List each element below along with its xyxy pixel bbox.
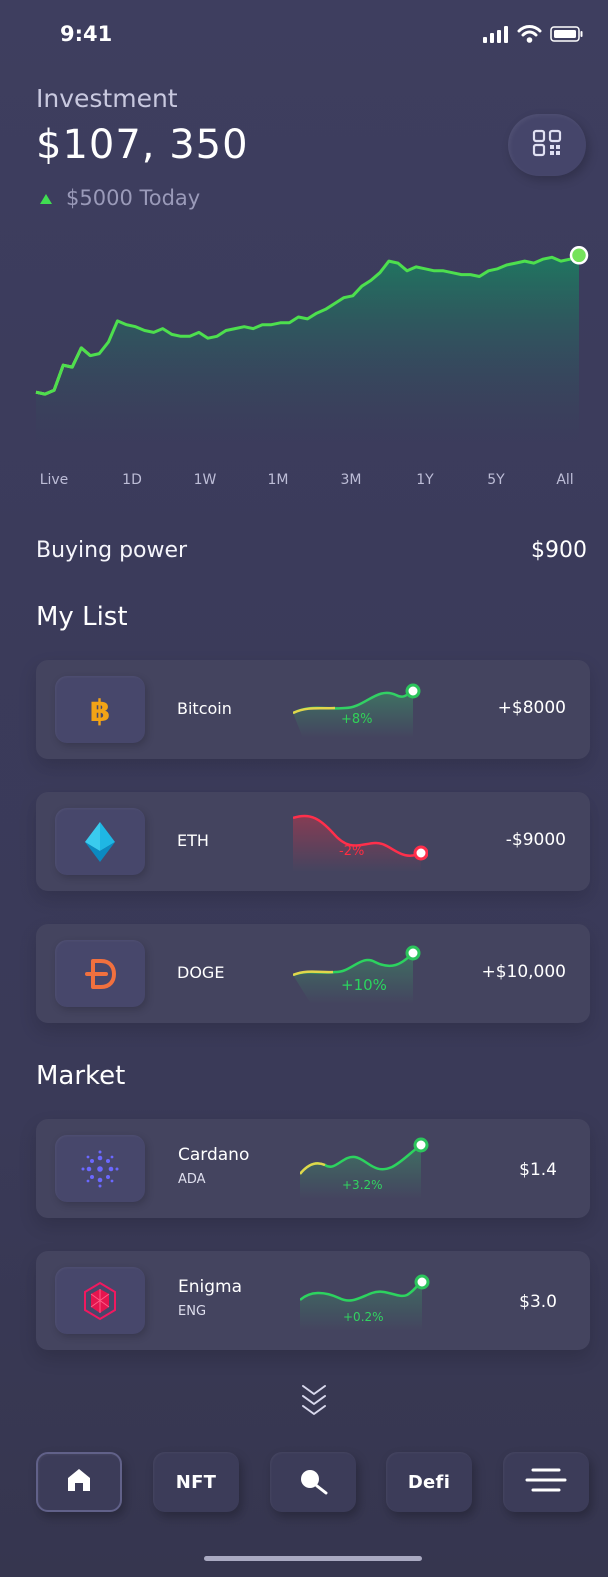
sparkline — [300, 1137, 429, 1199]
buying-power-label: Buying power — [36, 538, 188, 563]
asset-symbol: ADA — [178, 1172, 206, 1187]
nav-nft-button[interactable]: NFT — [153, 1452, 239, 1512]
enigma-icon — [55, 1267, 145, 1334]
portfolio-balance: $107, 350 — [36, 122, 249, 168]
range-tab-5y[interactable]: 5Y — [487, 472, 504, 488]
watchlist-card-eth[interactable]: ETH -2% -$9000 — [36, 792, 590, 891]
range-tab-1w[interactable]: 1W — [194, 472, 217, 488]
nav-nft-label: NFT — [175, 1471, 217, 1493]
home-icon — [64, 1466, 94, 1498]
range-tab-3m[interactable]: 3M — [341, 472, 362, 488]
nav-defi-label: Defi — [407, 1471, 451, 1493]
change-percent: -2% — [339, 844, 365, 859]
asset-value: +$8000 — [497, 698, 566, 718]
daily-change-text: $5000 Today — [66, 186, 201, 210]
daily-change: $5000 Today — [40, 186, 200, 210]
home-indicator — [204, 1556, 422, 1561]
asset-name: Bitcoin — [177, 699, 232, 718]
market-title: Market — [36, 1061, 126, 1091]
range-tab-1m[interactable]: 1M — [268, 472, 289, 488]
range-tabs: Live 1D 1W 1M 3M 1Y 5Y All — [0, 472, 608, 496]
asset-name: ETH — [177, 831, 209, 850]
signal-icon — [483, 25, 509, 47]
chevrons-down-icon[interactable] — [300, 1382, 328, 1422]
investment-dashboard-screen: 9:41 Investment $107, 350 $5000 Today Li… — [0, 0, 608, 1577]
asset-value: -$9000 — [505, 830, 566, 850]
nav-defi-button[interactable]: Defi — [386, 1452, 472, 1512]
up-triangle-icon — [40, 189, 52, 208]
range-tab-live[interactable]: Live — [40, 472, 69, 488]
qr-code-button[interactable] — [508, 114, 586, 176]
ethereum-icon — [55, 808, 145, 875]
range-tab-1y[interactable]: 1Y — [416, 472, 433, 488]
chart-current-point — [569, 246, 589, 265]
nav-home-button[interactable] — [36, 1452, 122, 1512]
my-list-title: My List — [36, 602, 128, 632]
cardano-icon — [55, 1135, 145, 1202]
menu-icon — [523, 1464, 569, 1500]
search-icon — [295, 1465, 331, 1499]
nav-menu-button[interactable] — [503, 1452, 589, 1512]
change-percent: +10% — [341, 976, 387, 994]
market-card-enigma[interactable]: Enigma ENG +0.2% $3.0 — [36, 1251, 590, 1350]
svg-text:฿: ฿ — [90, 694, 111, 729]
change-percent: +8% — [341, 712, 373, 727]
bottom-navigation: NFT Defi — [0, 1440, 608, 1530]
battery-icon — [550, 25, 584, 47]
status-time: 9:41 — [60, 22, 113, 46]
market-card-cardano[interactable]: Cardano ADA +3.2% $1.4 — [36, 1119, 590, 1218]
asset-symbol: ENG — [178, 1304, 207, 1319]
watchlist-card-bitcoin[interactable]: ฿ Bitcoin +8% +$8000 — [36, 660, 590, 759]
status-bar: 9:41 — [0, 0, 608, 70]
asset-name: Enigma — [178, 1277, 243, 1297]
status-icons — [483, 25, 584, 47]
portfolio-chart[interactable] — [0, 220, 608, 470]
dogecoin-icon — [55, 940, 145, 1007]
bitcoin-icon: ฿ — [55, 676, 145, 743]
page-eyebrow: Investment — [36, 84, 178, 113]
asset-price: $1.4 — [519, 1160, 557, 1180]
asset-name: DOGE — [177, 963, 225, 982]
watchlist-card-doge[interactable]: DOGE +10% +$10,000 — [36, 924, 590, 1023]
qr-code-icon — [532, 129, 562, 161]
asset-price: $3.0 — [519, 1292, 557, 1312]
asset-name: Cardano — [178, 1145, 250, 1165]
wifi-icon — [517, 25, 542, 47]
range-tab-1d[interactable]: 1D — [122, 472, 142, 488]
change-percent: +0.2% — [343, 1310, 384, 1324]
buying-power-value: $900 — [531, 538, 587, 563]
range-tab-all[interactable]: All — [556, 472, 573, 488]
sparkline — [300, 1274, 430, 1331]
chart-area — [36, 255, 579, 450]
asset-value: +$10,000 — [481, 962, 566, 982]
nav-search-button[interactable] — [270, 1452, 356, 1512]
change-percent: +3.2% — [342, 1178, 383, 1192]
